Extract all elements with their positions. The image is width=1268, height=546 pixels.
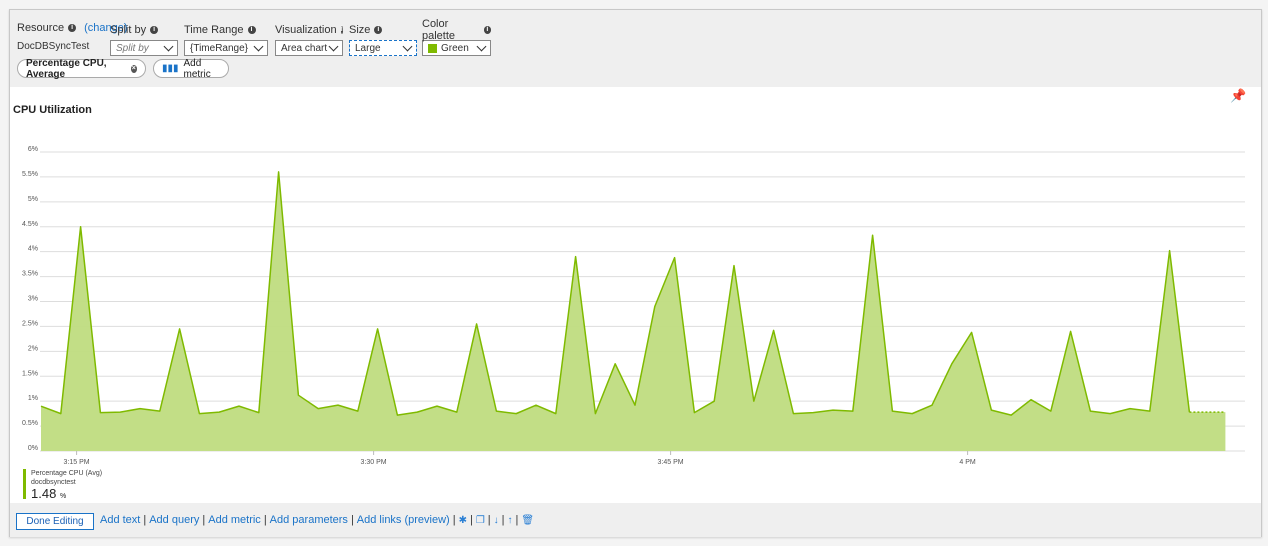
y-tick-label: 0.5% bbox=[22, 420, 38, 427]
y-tick-label: 1% bbox=[28, 395, 38, 402]
arrow-down-icon[interactable]: ↓ bbox=[494, 515, 499, 526]
y-tick-label: 5% bbox=[28, 196, 38, 203]
y-tick-label: 2.5% bbox=[22, 320, 38, 327]
legend-value: 1.48 % bbox=[31, 487, 102, 504]
y-tick-label: 2% bbox=[28, 345, 38, 352]
footer-toolbar: Done Editing Add text | Add query | Add me… bbox=[10, 503, 1261, 537]
add-query-link[interactable]: Add query bbox=[149, 514, 199, 526]
y-tick-label: 0% bbox=[28, 445, 38, 452]
y-tick-label: 5.5% bbox=[22, 171, 38, 178]
x-tick-label: 3:30 PM bbox=[361, 459, 387, 466]
add-text-link[interactable]: Add text bbox=[100, 514, 140, 526]
x-tick-label: 4 PM bbox=[959, 459, 976, 466]
add-metric-link[interactable]: Add metric bbox=[208, 514, 261, 526]
arrow-up-icon[interactable]: ↑ bbox=[508, 515, 513, 526]
trash-icon[interactable]: 🗑 bbox=[521, 515, 534, 526]
copy-icon[interactable]: ❐ bbox=[476, 515, 485, 526]
x-tick-label: 3:15 PM bbox=[64, 459, 90, 466]
legend: Percentage CPU (Avg) docdbsynctest 1.48 … bbox=[23, 469, 103, 501]
legend-value-number: 1.48 bbox=[31, 486, 57, 501]
area-chart: 0% 0.5% 1% 1.5% 2% 2.5% 3% 3.5% 4% 4.5% 5% 5.5% 6% 3:… bbox=[22, 146, 1245, 466]
y-tick-label: 3% bbox=[28, 296, 38, 303]
done-editing-button[interactable]: Done Editing bbox=[16, 513, 94, 530]
footer-links: Add text | Add query | Add metric | Add par… bbox=[100, 514, 535, 526]
y-tick-label: 1.5% bbox=[22, 370, 38, 377]
workbook-step-editor: Resource i (change) DocDBSyncTest Split b… bbox=[9, 9, 1262, 537]
y-tick-label: 4% bbox=[28, 246, 38, 253]
legend-unit: % bbox=[59, 493, 67, 500]
x-tick-label: 3:45 PM bbox=[658, 459, 684, 466]
add-parameters-link[interactable]: Add parameters bbox=[270, 514, 348, 526]
y-tick-label: 6% bbox=[28, 146, 38, 153]
gear-icon[interactable]: ✱ bbox=[459, 515, 467, 526]
y-tick-label: 3.5% bbox=[22, 271, 38, 278]
y-tick-label: 4.5% bbox=[22, 221, 38, 228]
add-links-link[interactable]: Add links (preview) bbox=[357, 514, 450, 526]
legend-series-name: Percentage CPU (Avg) bbox=[31, 470, 103, 477]
